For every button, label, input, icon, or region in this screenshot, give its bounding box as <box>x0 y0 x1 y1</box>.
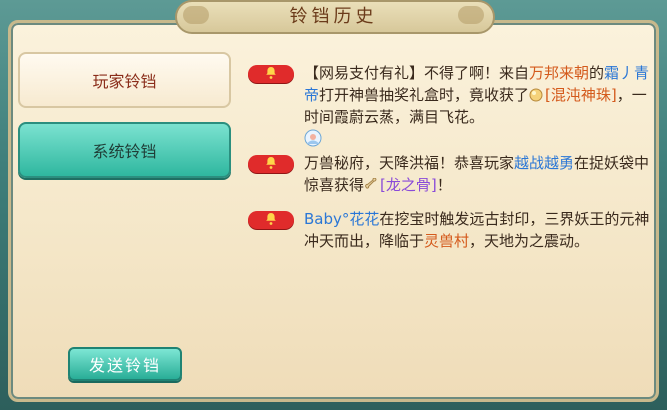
tab-label: 玩家铃铛 <box>92 72 157 91</box>
bell-icon <box>266 67 276 79</box>
bell-badge <box>248 155 294 173</box>
message-segment: 打开神兽抽奖礼盒时，竟收获了 <box>319 86 530 104</box>
window-title: 铃铛历史 <box>289 6 378 27</box>
player-name: Baby°花花 <box>304 210 380 228</box>
server-name: 万邦来朝 <box>529 64 590 82</box>
message-list[interactable]: 【网易支付有礼】不得了啊！来自万邦来朝的霜丿青帝打开神兽抽奖礼盒时，竟收获了 [混… <box>246 56 651 386</box>
player-name: 越战越勇 <box>514 154 575 172</box>
message-segment: ！ <box>436 176 452 194</box>
send-bell-label: 发送铃铛 <box>88 356 161 375</box>
tab-system-bells[interactable]: 系统铃铛 <box>18 122 231 178</box>
bell-badge <box>248 211 294 229</box>
dragon-bone-item-icon <box>365 178 377 189</box>
player-avatar-icon <box>304 129 322 147</box>
tab-label: 系统铃铛 <box>92 142 157 161</box>
bell-badge <box>248 65 294 83</box>
tab-player-bells[interactable]: 玩家铃铛 <box>18 52 231 108</box>
message-segment: ，天地为之震动。 <box>469 232 590 250</box>
send-bell-button[interactable]: 发送铃铛 <box>68 347 182 381</box>
message-text: Baby°花花在挖宝时触发远古封印，三界妖王的元神冲天而出，降临于灵兽村，天地为… <box>304 208 651 252</box>
message-segment: 【网易支付有礼】不得了啊！来自 <box>304 64 530 82</box>
item-name: [混沌神珠] <box>545 86 617 104</box>
chaos-pearl-item-icon <box>529 88 543 102</box>
bell-icon <box>266 157 276 169</box>
message-text: 万兽秘府，天降洪福！恭喜玩家越战越勇在捉妖袋中惊喜获得 [龙之骨]！ <box>304 152 651 196</box>
item-name: [龙之骨] <box>380 176 437 194</box>
location-name: 灵兽村 <box>424 232 470 250</box>
message-segment: 万兽秘府，天降洪福！恭喜玩家 <box>304 154 515 172</box>
message-text: 【网易支付有礼】不得了啊！来自万邦来朝的霜丿青帝打开神兽抽奖礼盒时，竟收获了 [混… <box>304 62 651 150</box>
message-segment: 的 <box>589 64 605 82</box>
bell-icon <box>266 213 276 225</box>
